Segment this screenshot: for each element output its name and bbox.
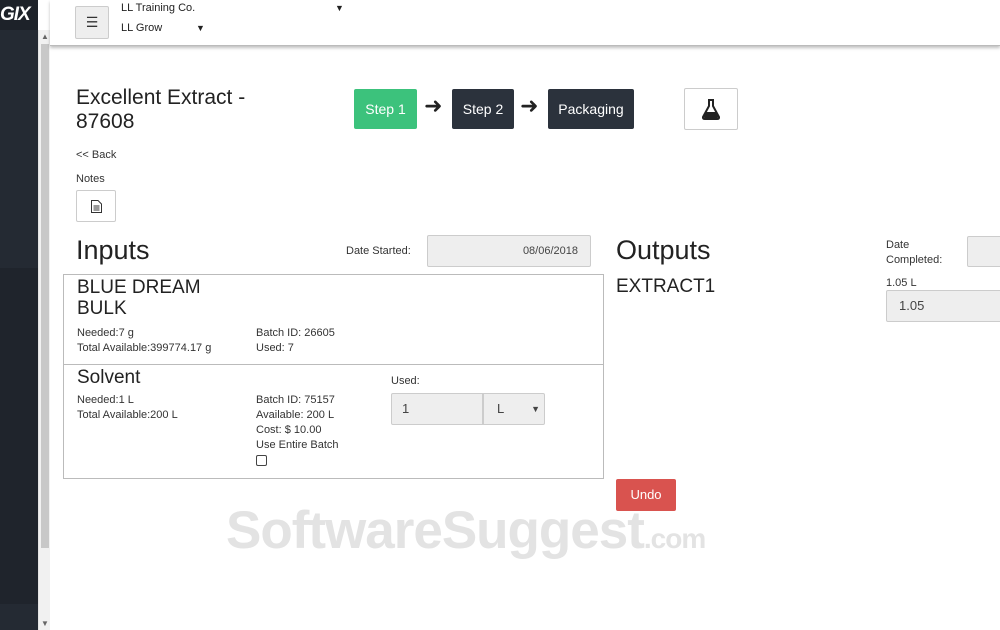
step-1-button[interactable]: Step 1	[354, 89, 417, 129]
used-quantity-input[interactable]: 1	[391, 393, 483, 425]
app-logo: GIX	[0, 4, 31, 25]
date-started-label: Date Started:	[346, 245, 411, 257]
menu-button[interactable]: ☰	[75, 6, 109, 39]
sidebar-header: GIX	[0, 0, 38, 30]
back-link[interactable]: << Back	[76, 149, 116, 161]
input-item-total-available: Total Available:399774.17 g	[77, 342, 212, 354]
hamburger-icon: ☰	[85, 14, 99, 30]
sidebar: GIX	[0, 0, 38, 630]
top-bar: ☰ LL Training Co. ▼ LL Grow ▼	[50, 0, 1000, 46]
input-item-total-available: Total Available:200 L	[77, 409, 178, 421]
scrollbar-thumb[interactable]	[41, 44, 49, 548]
input-item-available: Available: 200 L	[256, 409, 335, 421]
facility-select[interactable]: LL Grow ▼	[121, 22, 205, 34]
used-label: Used:	[391, 375, 420, 387]
watermark-text: SoftwareSuggest	[226, 501, 645, 560]
page-title: Excellent Extract - 87608	[76, 86, 246, 133]
sidebar-scrollbar[interactable]: ▲ ▼	[38, 30, 50, 630]
scroll-up-icon[interactable]: ▲	[41, 32, 49, 41]
input-item-name: Solvent	[77, 367, 141, 388]
input-item-needed: Needed:1 L	[77, 394, 134, 406]
date-completed-label: Date Completed:	[886, 239, 943, 266]
output-item-name: EXTRACT1	[616, 276, 716, 297]
input-item-name: BLUE DREAM BULK	[77, 277, 201, 319]
company-select-value: LL Training Co.	[121, 2, 196, 14]
output-quantity-label: 1.05 L	[886, 277, 917, 289]
input-item-cost: Cost: $ 10.00	[256, 424, 322, 436]
chevron-down-icon: ▼	[196, 23, 205, 33]
facility-select-value: LL Grow	[121, 22, 163, 34]
use-entire-batch-label: Use Entire Batch	[256, 439, 339, 451]
scroll-down-icon[interactable]: ▼	[41, 619, 49, 628]
unit-select[interactable]: L ▼	[483, 393, 545, 425]
output-quantity-input[interactable]: 1.05	[886, 290, 1000, 322]
input-item-batch-id: Batch ID: 75157	[256, 394, 335, 406]
date-completed-field[interactable]	[967, 236, 1000, 267]
watermark-suffix: .com	[643, 523, 706, 554]
notes-label: Notes	[76, 173, 105, 185]
input-item-used: Used: 7	[256, 342, 294, 354]
divider	[64, 364, 603, 365]
packaging-step-button[interactable]: Packaging	[548, 89, 634, 129]
date-started-field[interactable]: 08/06/2018	[427, 235, 591, 267]
arrow-right-icon: ➜	[424, 93, 443, 118]
outputs-heading: Outputs	[616, 235, 711, 265]
step-2-button[interactable]: Step 2	[452, 89, 514, 129]
flask-icon	[701, 99, 721, 120]
company-select[interactable]: LL Training Co. ▼	[121, 2, 344, 14]
input-item-needed: Needed:7 g	[77, 327, 134, 339]
inputs-heading: Inputs	[76, 235, 150, 265]
document-icon	[91, 200, 102, 213]
chevron-down-icon: ▼	[335, 3, 344, 13]
arrow-right-icon: ➜	[520, 93, 539, 118]
sidebar-nav-panel	[0, 268, 38, 604]
chevron-down-icon: ▼	[531, 404, 540, 414]
use-entire-batch-checkbox[interactable]	[256, 455, 267, 466]
unit-select-value: L	[497, 401, 505, 416]
lab-test-button[interactable]	[684, 88, 738, 130]
notes-button[interactable]	[76, 190, 116, 222]
watermark: SoftwareSuggest.com	[226, 500, 706, 561]
input-item-batch-id: Batch ID: 26605	[256, 327, 335, 339]
